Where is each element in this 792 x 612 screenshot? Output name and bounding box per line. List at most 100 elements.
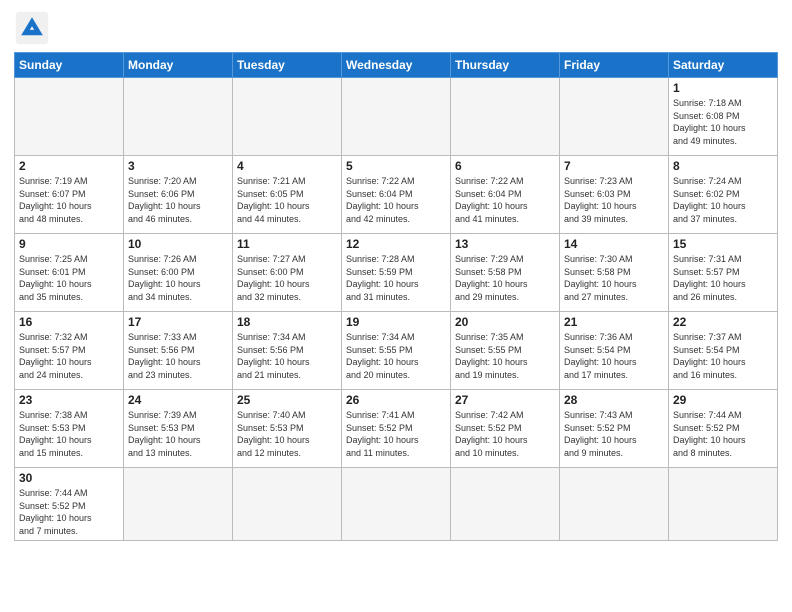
calendar-day-cell [342,468,451,541]
calendar-day-cell: 26 Sunrise: 7:41 AM Sunset: 5:52 PM Dayli… [342,390,451,468]
calendar-day-cell: 6Sunrise: 7:22 AM Sunset: 6:04 PM Daylig… [451,156,560,234]
day-info: Sunrise: 7:19 AM Sunset: 6:07 PM Dayligh… [19,175,119,225]
day-number: 29 [673,393,773,407]
day-of-week-header: Monday [124,53,233,78]
calendar-week-row: 9 Sunrise: 7:25 AM Sunset: 6:01 PM Daylig… [15,234,778,312]
calendar-day-cell: 23 Sunrise: 7:38 AM Sunset: 5:53 PM Dayli… [15,390,124,468]
day-info: Sunrise: 7:34 AM Sunset: 5:55 PM Dayligh… [346,331,446,381]
day-number: 4 [237,159,337,173]
day-info: Sunrise: 7:20 AM Sunset: 6:06 PM Dayligh… [128,175,228,225]
calendar-day-cell: 17Sunrise: 7:33 AM Sunset: 5:56 PM Dayli… [124,312,233,390]
day-info: Sunrise: 7:36 AM Sunset: 5:54 PM Dayligh… [564,331,664,381]
calendar-day-cell: 2 Sunrise: 7:19 AM Sunset: 6:07 PM Daylig… [15,156,124,234]
calendar-day-cell: 22Sunrise: 7:37 AM Sunset: 5:54 PM Dayli… [669,312,778,390]
calendar-day-cell: 19 Sunrise: 7:34 AM Sunset: 5:55 PM Dayli… [342,312,451,390]
logo-icon [14,10,50,46]
day-info: Sunrise: 7:29 AM Sunset: 5:58 PM Dayligh… [455,253,555,303]
day-info: Sunrise: 7:28 AM Sunset: 5:59 PM Dayligh… [346,253,446,303]
calendar-day-cell: 13 Sunrise: 7:29 AM Sunset: 5:58 PM Dayli… [451,234,560,312]
calendar-day-cell [15,78,124,156]
calendar-day-cell [233,468,342,541]
day-info: Sunrise: 7:42 AM Sunset: 5:52 PM Dayligh… [455,409,555,459]
day-info: Sunrise: 7:44 AM Sunset: 5:52 PM Dayligh… [19,487,119,537]
calendar-day-cell [124,468,233,541]
day-number: 19 [346,315,446,329]
day-info: Sunrise: 7:30 AM Sunset: 5:58 PM Dayligh… [564,253,664,303]
day-number: 20 [455,315,555,329]
calendar-day-cell [560,78,669,156]
calendar-day-cell [124,78,233,156]
calendar-day-cell: 15 Sunrise: 7:31 AM Sunset: 5:57 PM Dayli… [669,234,778,312]
calendar-day-cell [451,78,560,156]
calendar-day-cell: 27 Sunrise: 7:42 AM Sunset: 5:52 PM Dayli… [451,390,560,468]
calendar-day-cell [342,78,451,156]
calendar-day-cell: 14 Sunrise: 7:30 AM Sunset: 5:58 PM Dayli… [560,234,669,312]
calendar-day-cell: 18 Sunrise: 7:34 AM Sunset: 5:56 PM Dayli… [233,312,342,390]
day-info: Sunrise: 7:44 AM Sunset: 5:52 PM Dayligh… [673,409,773,459]
calendar-day-cell: 8 Sunrise: 7:24 AM Sunset: 6:02 PM Daylig… [669,156,778,234]
calendar-day-cell: 10 Sunrise: 7:26 AM Sunset: 6:00 PM Dayli… [124,234,233,312]
calendar-header-row: SundayMondayTuesdayWednesdayThursdayFrid… [15,53,778,78]
day-info: Sunrise: 7:18 AM Sunset: 6:08 PM Dayligh… [673,97,773,147]
day-info: Sunrise: 7:24 AM Sunset: 6:02 PM Dayligh… [673,175,773,225]
day-info: Sunrise: 7:31 AM Sunset: 5:57 PM Dayligh… [673,253,773,303]
day-number: 2 [19,159,119,173]
day-info: Sunrise: 7:26 AM Sunset: 6:00 PM Dayligh… [128,253,228,303]
day-number: 16 [19,315,119,329]
day-number: 30 [19,471,119,485]
calendar-day-cell [669,468,778,541]
calendar-day-cell: 9 Sunrise: 7:25 AM Sunset: 6:01 PM Daylig… [15,234,124,312]
day-number: 3 [128,159,228,173]
day-number: 9 [19,237,119,251]
day-info: Sunrise: 7:22 AM Sunset: 6:04 PM Dayligh… [455,175,555,225]
day-number: 28 [564,393,664,407]
day-number: 21 [564,315,664,329]
calendar-day-cell [451,468,560,541]
calendar-week-row: 16 Sunrise: 7:32 AM Sunset: 5:57 PM Dayli… [15,312,778,390]
day-of-week-header: Saturday [669,53,778,78]
day-of-week-header: Wednesday [342,53,451,78]
day-number: 24 [128,393,228,407]
day-number: 18 [237,315,337,329]
day-info: Sunrise: 7:43 AM Sunset: 5:52 PM Dayligh… [564,409,664,459]
day-number: 10 [128,237,228,251]
calendar-day-cell: 5Sunrise: 7:22 AM Sunset: 6:04 PM Daylig… [342,156,451,234]
calendar-week-row: 1 Sunrise: 7:18 AM Sunset: 6:08 PM Daylig… [15,78,778,156]
day-of-week-header: Thursday [451,53,560,78]
calendar-day-cell: 1 Sunrise: 7:18 AM Sunset: 6:08 PM Daylig… [669,78,778,156]
calendar-day-cell [233,78,342,156]
calendar-day-cell: 4 Sunrise: 7:21 AM Sunset: 6:05 PM Daylig… [233,156,342,234]
day-info: Sunrise: 7:21 AM Sunset: 6:05 PM Dayligh… [237,175,337,225]
calendar: SundayMondayTuesdayWednesdayThursdayFrid… [14,52,778,541]
calendar-day-cell: 24Sunrise: 7:39 AM Sunset: 5:53 PM Dayli… [124,390,233,468]
day-number: 1 [673,81,773,95]
day-info: Sunrise: 7:41 AM Sunset: 5:52 PM Dayligh… [346,409,446,459]
day-of-week-header: Tuesday [233,53,342,78]
day-info: Sunrise: 7:38 AM Sunset: 5:53 PM Dayligh… [19,409,119,459]
day-number: 27 [455,393,555,407]
day-number: 23 [19,393,119,407]
day-number: 25 [237,393,337,407]
calendar-day-cell: 11Sunrise: 7:27 AM Sunset: 6:00 PM Dayli… [233,234,342,312]
day-number: 13 [455,237,555,251]
day-number: 14 [564,237,664,251]
calendar-week-row: 2 Sunrise: 7:19 AM Sunset: 6:07 PM Daylig… [15,156,778,234]
calendar-day-cell: 16 Sunrise: 7:32 AM Sunset: 5:57 PM Dayli… [15,312,124,390]
day-info: Sunrise: 7:22 AM Sunset: 6:04 PM Dayligh… [346,175,446,225]
calendar-day-cell [560,468,669,541]
day-number: 15 [673,237,773,251]
calendar-week-row: 30 Sunrise: 7:44 AM Sunset: 5:52 PM Dayli… [15,468,778,541]
day-info: Sunrise: 7:27 AM Sunset: 6:00 PM Dayligh… [237,253,337,303]
day-info: Sunrise: 7:23 AM Sunset: 6:03 PM Dayligh… [564,175,664,225]
day-info: Sunrise: 7:25 AM Sunset: 6:01 PM Dayligh… [19,253,119,303]
day-number: 26 [346,393,446,407]
day-info: Sunrise: 7:35 AM Sunset: 5:55 PM Dayligh… [455,331,555,381]
day-info: Sunrise: 7:34 AM Sunset: 5:56 PM Dayligh… [237,331,337,381]
header [14,10,778,46]
calendar-day-cell: 3 Sunrise: 7:20 AM Sunset: 6:06 PM Daylig… [124,156,233,234]
day-number: 8 [673,159,773,173]
calendar-day-cell: 30 Sunrise: 7:44 AM Sunset: 5:52 PM Dayli… [15,468,124,541]
day-info: Sunrise: 7:32 AM Sunset: 5:57 PM Dayligh… [19,331,119,381]
logo [14,10,54,46]
calendar-day-cell: 7Sunrise: 7:23 AM Sunset: 6:03 PM Daylig… [560,156,669,234]
